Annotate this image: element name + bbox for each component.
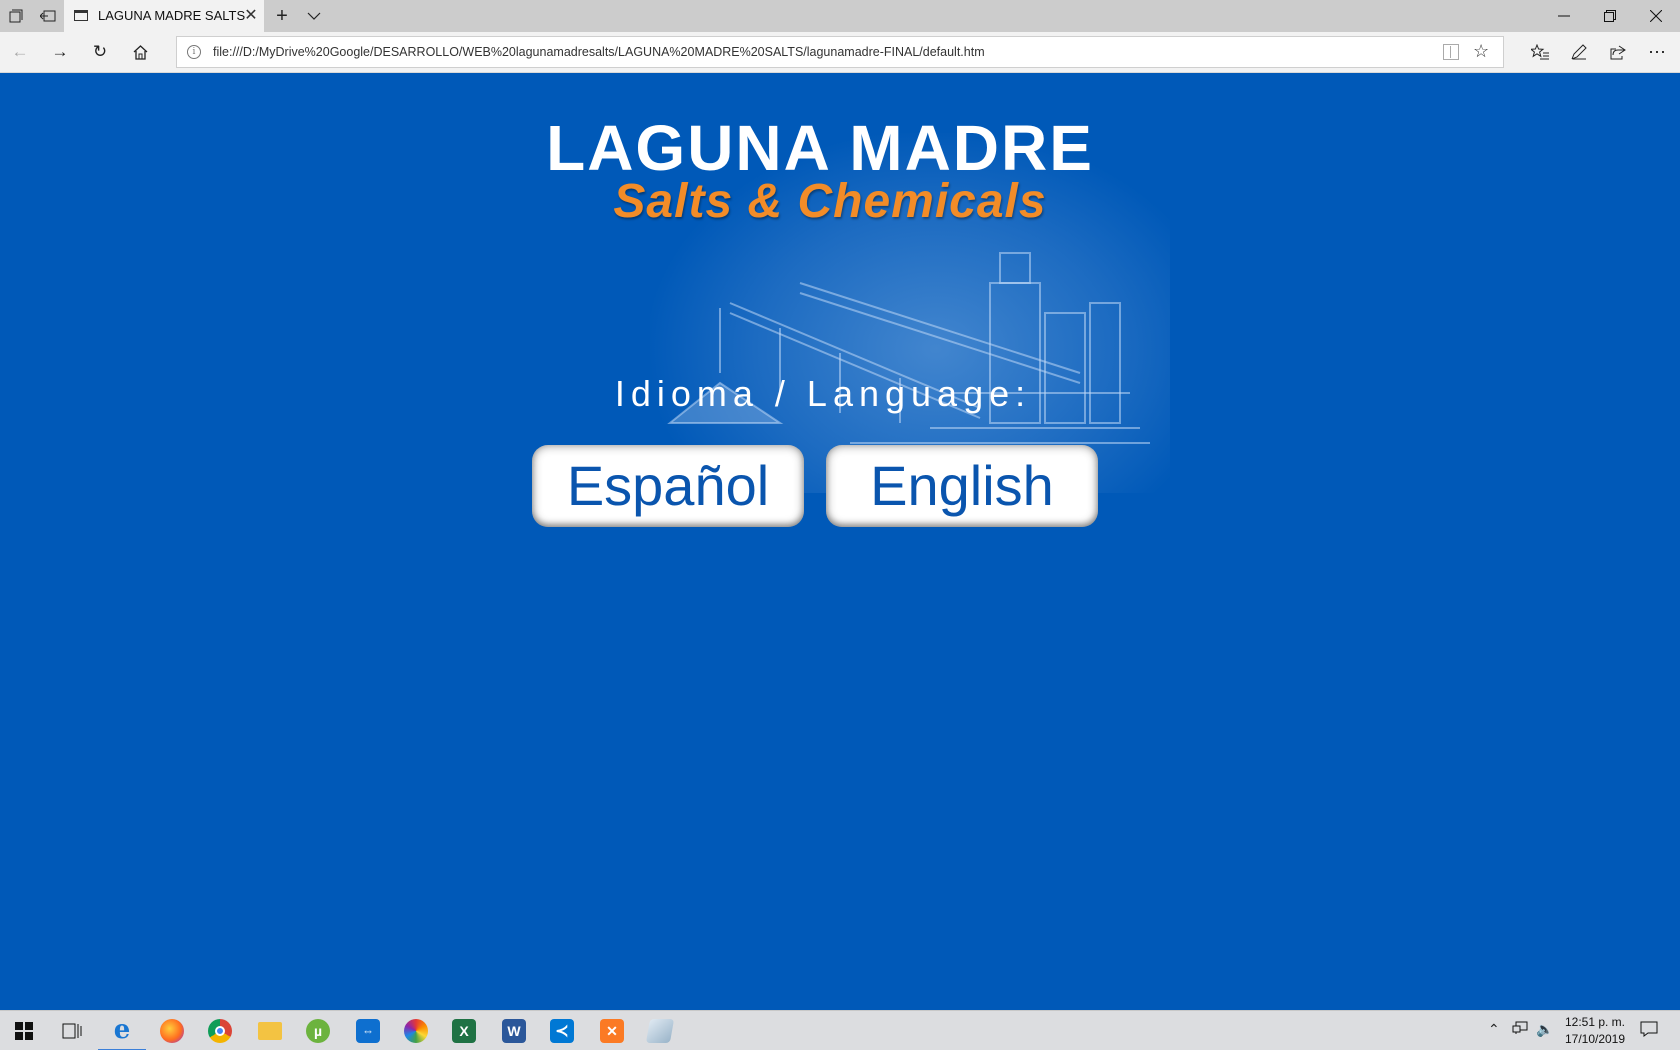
chevron-up-icon[interactable]: ⌃ bbox=[1488, 1021, 1500, 1038]
notifications-icon[interactable] bbox=[1640, 1021, 1658, 1040]
excel-icon[interactable]: X bbox=[440, 1011, 488, 1050]
volume-icon[interactable]: 🔈 bbox=[1536, 1021, 1553, 1038]
logo-subtitle: Salts & Chemicals bbox=[613, 175, 1047, 228]
favorites-list-icon[interactable] bbox=[1524, 36, 1556, 68]
chrome-icon[interactable] bbox=[196, 1011, 244, 1050]
new-tab-icon[interactable]: + bbox=[266, 0, 298, 32]
utorrent-icon[interactable]: µ bbox=[294, 1011, 342, 1050]
spanish-button[interactable]: Español bbox=[532, 445, 804, 527]
web-page: LAGUNA MADRE Salts & Chemicals Idioma / … bbox=[0, 73, 1680, 1010]
reading-view-icon[interactable] bbox=[1443, 44, 1459, 60]
firefox-icon[interactable] bbox=[148, 1011, 196, 1050]
page-icon bbox=[74, 10, 88, 21]
start-windows-icon[interactable] bbox=[0, 1011, 48, 1050]
close-window-icon[interactable] bbox=[1633, 0, 1679, 32]
file-explorer-icon[interactable] bbox=[246, 1011, 294, 1050]
english-button[interactable]: English bbox=[826, 445, 1098, 527]
taskbar: e µ ⇔ X W ≺ ✕ ⌃ 🔈 12:51 p. m. 17/10/2019 bbox=[0, 1010, 1680, 1050]
info-icon[interactable]: i bbox=[187, 45, 201, 59]
share-icon[interactable] bbox=[1602, 36, 1634, 68]
minimize-icon[interactable] bbox=[1541, 0, 1587, 32]
navigation-bar: ← → ↻ i file:///D:/MyDrive%20Google/DESA… bbox=[0, 32, 1680, 73]
tab-title: LAGUNA MADRE SALTS bbox=[98, 8, 246, 23]
xampp-icon[interactable]: ✕ bbox=[588, 1011, 636, 1050]
tab-strip: LAGUNA MADRE SALTS ✕ + bbox=[0, 0, 1680, 32]
language-prompt: Idioma / Language: bbox=[614, 373, 1032, 414]
address-url[interactable]: file:///D:/MyDrive%20Google/DESARROLLO/W… bbox=[213, 45, 985, 59]
refresh-icon[interactable]: ↻ bbox=[84, 36, 116, 68]
set-aside-tabs-icon[interactable] bbox=[32, 0, 64, 32]
network-icon[interactable] bbox=[1512, 1021, 1528, 1038]
address-bar[interactable]: i file:///D:/MyDrive%20Google/DESARROLLO… bbox=[176, 36, 1504, 68]
task-view-icon[interactable] bbox=[48, 1011, 96, 1050]
home-icon[interactable] bbox=[124, 36, 156, 68]
clock[interactable]: 12:51 p. m. 17/10/2019 bbox=[1560, 1014, 1630, 1048]
forward-icon[interactable]: → bbox=[44, 36, 76, 68]
restore-icon[interactable] bbox=[1587, 0, 1633, 32]
clock-time: 12:51 p. m. bbox=[1564, 1015, 1626, 1029]
tab-preview-icon[interactable] bbox=[0, 0, 32, 32]
word-icon[interactable]: W bbox=[490, 1011, 538, 1050]
more-icon[interactable]: ⋯ bbox=[1641, 36, 1673, 68]
chevron-down-icon[interactable] bbox=[298, 0, 330, 32]
edge-icon[interactable]: e bbox=[98, 1011, 146, 1050]
photos-icon[interactable] bbox=[392, 1011, 440, 1050]
clock-date: 17/10/2019 bbox=[1564, 1032, 1626, 1046]
notes-icon[interactable] bbox=[636, 1011, 684, 1050]
pen-icon[interactable] bbox=[1563, 36, 1595, 68]
teamviewer-icon[interactable]: ⇔ bbox=[344, 1011, 392, 1050]
back-icon[interactable]: ← bbox=[4, 36, 36, 68]
active-tab[interactable]: LAGUNA MADRE SALTS ✕ bbox=[64, 0, 264, 32]
vscode-icon[interactable]: ≺ bbox=[538, 1011, 586, 1050]
close-icon[interactable]: ✕ bbox=[242, 6, 260, 26]
favorite-star-icon[interactable]: ☆ bbox=[1473, 41, 1489, 62]
